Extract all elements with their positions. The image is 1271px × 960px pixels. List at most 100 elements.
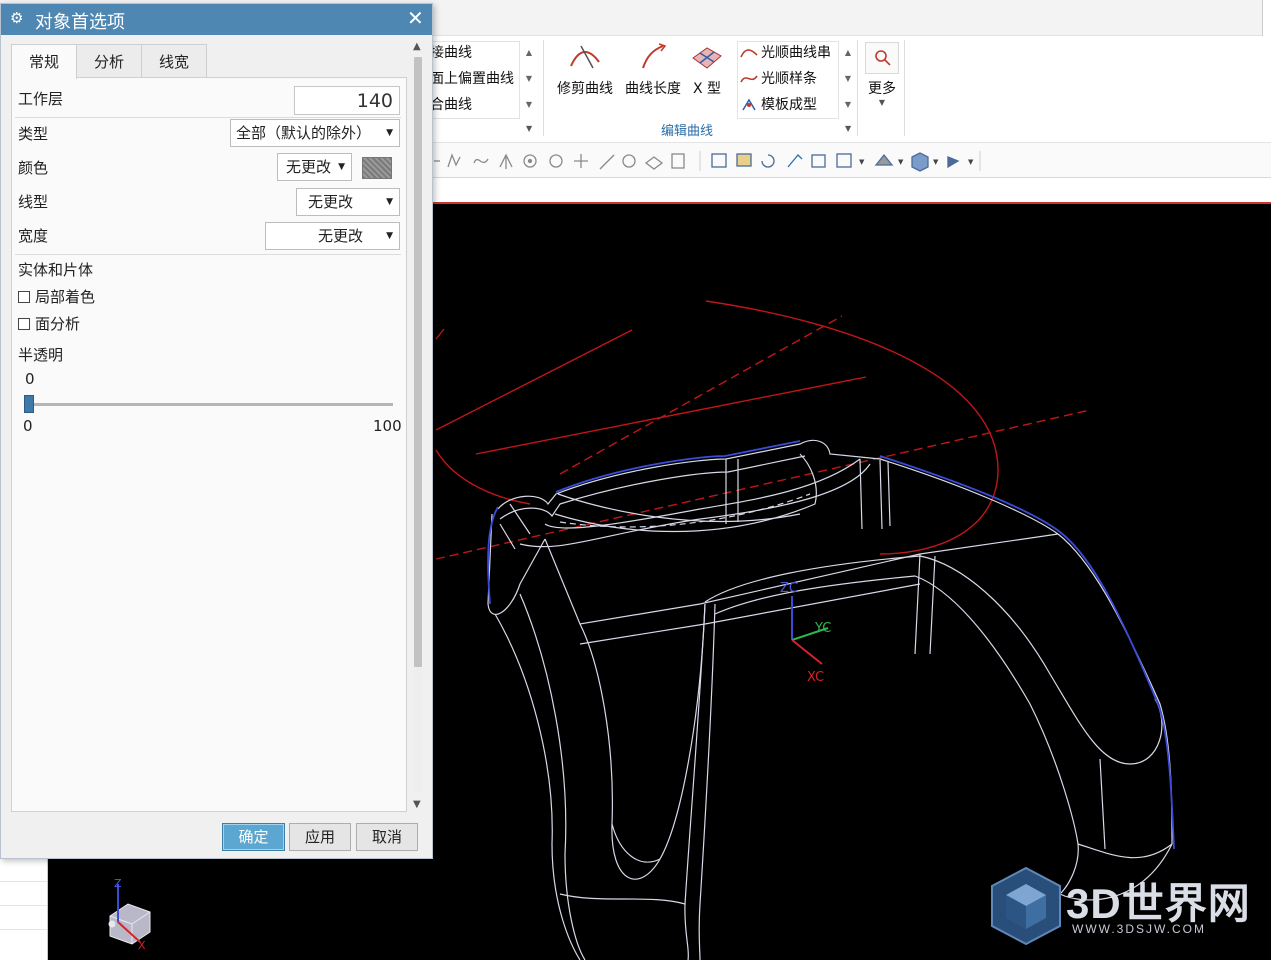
curve-list-scroll[interactable]: ▲ ▼ ▼ (522, 40, 536, 118)
svg-text:▼: ▼ (933, 158, 939, 166)
close-icon[interactable]: ✕ (407, 6, 424, 30)
tab-general[interactable]: 常规 (11, 44, 78, 79)
expand-icon[interactable]: ▼ (841, 92, 855, 118)
curve-length-icon (642, 43, 667, 69)
navigator-pane (0, 858, 48, 960)
ribbon-item-smooth-spline[interactable]: 光顺样条 (740, 66, 831, 92)
view-fit-icon[interactable] (711, 153, 727, 168)
dialog-title-bar[interactable]: ⚙ 对象首选项 ✕ (1, 4, 432, 35)
more-icon (865, 42, 899, 74)
visibility-icon[interactable] (947, 156, 960, 169)
view-orientation-icon[interactable] (911, 152, 929, 172)
silhouette-edge (555, 440, 801, 493)
ribbon-edge (1262, 0, 1271, 36)
construction-centerline (435, 409, 1091, 560)
curve-icon[interactable] (473, 158, 489, 164)
linetype-dropdown[interactable]: 无更改 ▼ (296, 188, 400, 216)
wire-edge (559, 893, 686, 905)
work-layer-input[interactable]: 140 (294, 86, 400, 115)
scroll-down-icon[interactable]: ▼ (522, 66, 536, 92)
snapshot-icon[interactable] (736, 153, 752, 167)
width-label: 宽度 (18, 227, 49, 245)
spline-icon[interactable] (447, 153, 461, 168)
translucency-value: 0 (25, 370, 35, 388)
group-dropdown-icon[interactable]: ▼ (526, 124, 532, 133)
block-icon[interactable] (671, 153, 685, 169)
navigator-row[interactable] (0, 858, 47, 882)
scroll-up-icon[interactable]: ▲ (522, 40, 536, 66)
ribbon-item-bridge-curve[interactable]: 接曲线 (430, 40, 514, 66)
construction-line (475, 376, 867, 455)
curve-list: 接曲线 面上偏置曲线 合曲线 (430, 40, 514, 118)
solid-sheet-heading: 实体和片体 (18, 261, 94, 279)
x-form-button[interactable]: X 型 (686, 42, 728, 98)
svg-text:▼: ▼ (859, 158, 865, 166)
arc-icon[interactable] (549, 154, 563, 168)
partial-shading-checkbox[interactable]: 局部着色 (18, 286, 95, 307)
checkbox-icon (18, 317, 30, 330)
ribbon-item-template-shaping[interactable]: 模板成型 (740, 92, 831, 118)
face-analysis-checkbox[interactable]: 面分析 (18, 313, 80, 334)
shading-icon[interactable] (874, 153, 894, 166)
point-icon[interactable] (574, 154, 588, 168)
object-preferences-dialog: ⚙ 对象首选项 ✕ 常规 分析 线宽 ▲ ▼ 工作层 140 类型 全部（默认的… (0, 3, 433, 859)
svg-text:▼: ▼ (968, 158, 974, 166)
wire-edge (579, 603, 706, 880)
tab-line-width[interactable]: 线宽 (141, 44, 208, 78)
watermark-url: WWW.3DSJW.COM (1072, 922, 1206, 936)
navigator-row[interactable] (0, 882, 47, 906)
edit-curve-group-label: 编辑曲线 (661, 124, 714, 139)
expand-icon[interactable]: ▼ (522, 92, 536, 118)
rotate-icon[interactable] (761, 154, 775, 168)
ok-button[interactable]: 确定 (222, 823, 285, 851)
surface-icon[interactable] (644, 156, 664, 170)
pan-icon[interactable] (787, 154, 803, 168)
scroll-down-icon[interactable]: ▼ (413, 799, 421, 810)
dialog-scrollbar[interactable]: ▲ ▼ (409, 39, 427, 813)
smooth-list-scroll[interactable]: ▲ ▼ ▼ (841, 40, 855, 118)
translucency-max-label: 100 (373, 417, 402, 435)
curve-length-button[interactable]: 曲线长度 (620, 42, 686, 98)
display-mode-icon[interactable] (836, 153, 852, 168)
svg-text:▼: ▼ (898, 158, 904, 166)
color-dropdown[interactable]: 无更改 ▼ (277, 153, 352, 181)
dialog-title: 对象首选项 (35, 12, 125, 33)
ribbon-separator (543, 40, 544, 136)
navigator-row[interactable] (0, 906, 47, 930)
wire-edge (684, 603, 706, 960)
wire-edge (557, 493, 801, 523)
app-window: 接曲线 面上偏置曲线 合曲线 ▲ ▼ ▼ ▼ 修剪曲线 曲线长度 X 型 光顺曲… (0, 0, 1271, 960)
point-set-icon[interactable] (499, 153, 513, 169)
smooth-spline-icon (740, 75, 758, 83)
scroll-up-icon[interactable]: ▲ (841, 40, 855, 66)
ribbon-item-composite-curve[interactable]: 合曲线 (430, 92, 514, 118)
construction-line (435, 329, 633, 431)
wire-edge (1099, 758, 1106, 850)
apply-button[interactable]: 应用 (289, 823, 351, 851)
fillet-icon[interactable] (622, 154, 636, 168)
line-segment-icon[interactable] (599, 154, 615, 170)
more-button[interactable]: 更多 ▼ (862, 42, 902, 107)
type-dropdown[interactable]: 全部（默认的除外） ▼ (230, 119, 400, 147)
toolbar-icons: ▼ ▼ ▼ ▼ (434, 151, 981, 172)
translucency-slider-thumb[interactable] (24, 395, 34, 413)
xc-label: XC (807, 670, 824, 685)
cancel-button[interactable]: 取消 (356, 823, 418, 851)
template-shaping-icon (742, 98, 756, 111)
ribbon-item-offset-curve-on-face[interactable]: 面上偏置曲线 (430, 66, 514, 92)
translucency-min-label: 0 (23, 417, 33, 435)
wire-edge (519, 463, 871, 548)
ribbon-item-smooth-curve-string[interactable]: 光顺曲线串 (740, 40, 831, 66)
wire-edge (499, 503, 531, 550)
group-dropdown-icon[interactable]: ▼ (845, 124, 851, 133)
width-dropdown[interactable]: 无更改 ▼ (265, 222, 400, 250)
scroll-down-icon[interactable]: ▼ (841, 66, 855, 92)
color-swatch[interactable] (362, 157, 392, 179)
trim-curve-button[interactable]: 修剪曲线 (552, 42, 618, 98)
tab-analysis[interactable]: 分析 (76, 44, 143, 78)
scroll-up-icon[interactable]: ▲ (413, 41, 421, 52)
translucency-slider-track[interactable] (27, 403, 393, 406)
wire-edge (487, 513, 546, 615)
scroll-thumb[interactable] (414, 57, 422, 667)
layer-icon[interactable] (811, 154, 826, 168)
